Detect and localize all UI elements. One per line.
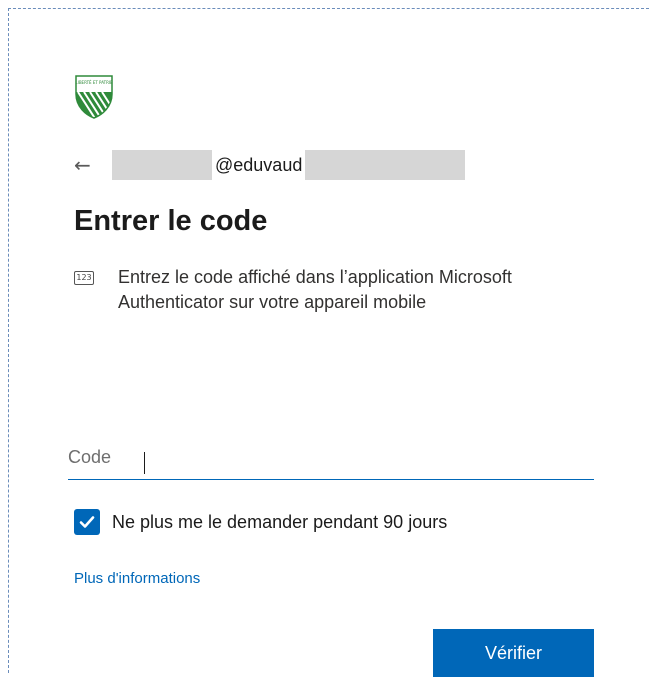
remember-checkbox[interactable]: [74, 509, 100, 535]
frame-gap: [349, 9, 367, 18]
vaud-coat-of-arms-logo: LIBERTÉ ET PATRIE: [75, 75, 113, 119]
text-caret: [144, 452, 145, 474]
checkmark-icon: [79, 516, 95, 528]
more-info-link[interactable]: Plus d'informations: [74, 570, 200, 587]
identity-row: ← @eduvaud: [74, 150, 574, 180]
instruction-text: Entrez le code affiché dans l’applicatio…: [118, 267, 512, 312]
remember-label: Ne plus me le demander pendant 90 jours: [112, 511, 448, 532]
page-title: Entrer le code: [74, 205, 268, 237]
email-domain-text: @eduvaud: [212, 150, 306, 180]
verify-button[interactable]: Vérifier: [433, 629, 594, 677]
redacted-domain: [305, 150, 466, 180]
logo-text: LIBERTÉ ET PATRIE: [75, 80, 113, 85]
number-pad-icon: 123: [74, 271, 94, 285]
instruction-block: 123 Entrez le code affiché dans l’applic…: [74, 265, 574, 315]
remember-option[interactable]: Ne plus me le demander pendant 90 jours: [74, 509, 447, 535]
code-input[interactable]: [68, 435, 594, 480]
redacted-username: [112, 150, 212, 180]
back-arrow-icon[interactable]: ←: [74, 153, 98, 177]
